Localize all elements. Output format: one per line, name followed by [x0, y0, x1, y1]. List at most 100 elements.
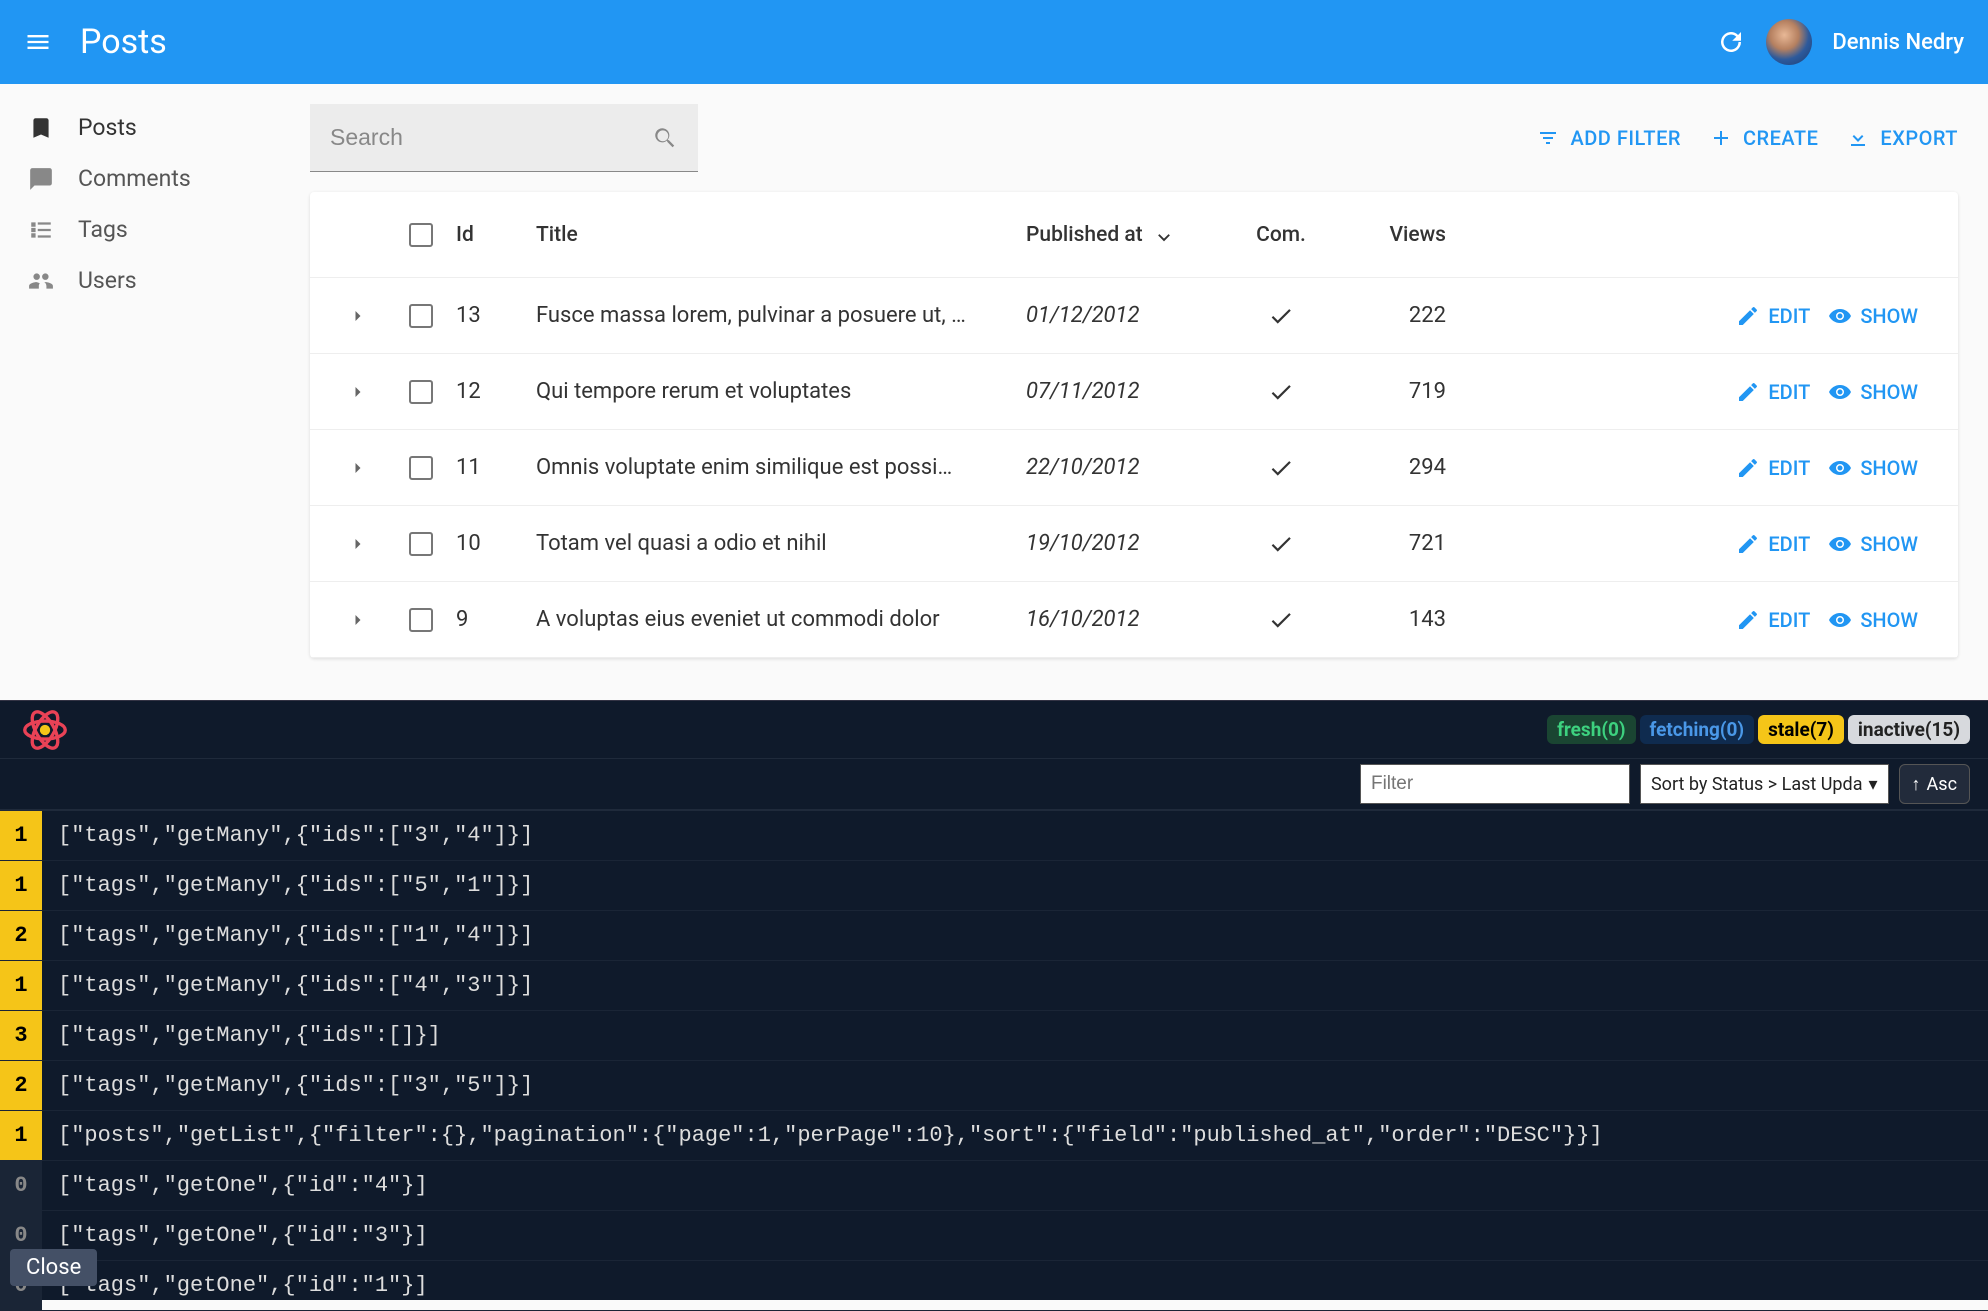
pill-inactive[interactable]: inactive(15) [1848, 715, 1970, 744]
query-text: ["tags","getOne",{"id":"4"}] [42, 1173, 428, 1198]
devtools-close-button[interactable]: Close [10, 1249, 97, 1286]
query-text: ["tags","getOne",{"id":"3"}] [42, 1223, 428, 1248]
expand-button[interactable] [330, 610, 386, 630]
sidebar-item-posts[interactable]: Posts [0, 102, 280, 153]
search-input[interactable] [330, 124, 652, 151]
query-row[interactable]: 2["tags","getMany",{"ids":["3","5"]}] [0, 1061, 1988, 1111]
edit-button[interactable]: EDIT [1736, 608, 1810, 632]
toolbar: ADD FILTER CREATE EXPORT [310, 104, 1958, 172]
eye-icon [1828, 456, 1852, 480]
cell-views: 721 [1336, 531, 1476, 556]
edit-button[interactable]: EDIT [1736, 304, 1810, 328]
create-label: CREATE [1743, 126, 1818, 150]
chevron-right-icon [348, 534, 368, 554]
cell-views: 719 [1336, 379, 1476, 404]
export-button[interactable]: EXPORT [1846, 126, 1958, 150]
header-right: Dennis Nedry [1716, 19, 1964, 65]
devtools-asc-button[interactable]: ↑Asc [1899, 764, 1970, 804]
pill-fetching[interactable]: fetching(0) [1640, 715, 1755, 744]
sidebar-item-comments[interactable]: Comments [0, 153, 280, 204]
pill-fresh[interactable]: fresh(0) [1547, 715, 1635, 744]
sidebar-item-users[interactable]: Users [0, 255, 280, 306]
chevron-right-icon [348, 458, 368, 478]
show-button[interactable]: SHOW [1828, 380, 1918, 404]
check-icon [1268, 607, 1294, 633]
avatar[interactable] [1766, 19, 1812, 65]
query-text: ["tags","getMany",{"ids":["4","3"]}] [42, 973, 533, 998]
col-check [386, 223, 456, 247]
cell-date: 07/11/2012 [1026, 379, 1226, 404]
cell-com [1226, 607, 1336, 633]
show-button[interactable]: SHOW [1828, 456, 1918, 480]
query-row[interactable]: 0["tags","getOne",{"id":"1"}] [0, 1261, 1988, 1311]
posts-table: Id Title Published at Com. Views 13 Fusc… [310, 192, 1958, 658]
query-count: 0 [0, 1161, 42, 1210]
query-row[interactable]: 1["tags","getMany",{"ids":["5","1"]}] [0, 861, 1988, 911]
query-count: 1 [0, 1111, 42, 1160]
devtools-sort-select[interactable]: Sort by Status > Last Upda▾ [1640, 764, 1889, 804]
check-icon [1268, 455, 1294, 481]
add-filter-button[interactable]: ADD FILTER [1536, 126, 1680, 150]
cell-id: 12 [456, 379, 536, 404]
menu-icon[interactable] [24, 28, 52, 56]
query-row[interactable]: 0["tags","getOne",{"id":"3"}] [0, 1211, 1988, 1261]
query-count: 2 [0, 1061, 42, 1110]
cell-views: 294 [1336, 455, 1476, 480]
row-check [386, 380, 456, 404]
checkbox[interactable] [409, 608, 433, 632]
checkbox-all[interactable] [409, 223, 433, 247]
pill-stale[interactable]: stale(7) [1758, 715, 1844, 744]
checkbox[interactable] [409, 456, 433, 480]
show-button[interactable]: SHOW [1828, 304, 1918, 328]
table-row: 11 Omnis voluptate enim similique est po… [310, 430, 1958, 506]
checkbox[interactable] [409, 380, 433, 404]
cell-views: 222 [1336, 303, 1476, 328]
sidebar-item-tags[interactable]: Tags [0, 204, 280, 255]
show-button[interactable]: SHOW [1828, 608, 1918, 632]
edit-button[interactable]: EDIT [1736, 456, 1810, 480]
query-row[interactable]: 1["tags","getMany",{"ids":["4","3"]}] [0, 961, 1988, 1011]
add-filter-label: ADD FILTER [1570, 126, 1680, 150]
expand-button[interactable] [330, 458, 386, 478]
expand-button[interactable] [330, 382, 386, 402]
devtools-controls: fresh(0) fetching(0) stale(7) inactive(1… [1547, 718, 1970, 741]
query-row[interactable]: 1["posts","getList",{"filter":{},"pagina… [0, 1111, 1988, 1161]
show-button[interactable]: SHOW [1828, 532, 1918, 556]
checkbox[interactable] [409, 532, 433, 556]
query-count: 1 [0, 961, 42, 1010]
col-id[interactable]: Id [456, 223, 536, 247]
col-published[interactable]: Published at [1026, 223, 1226, 247]
checkbox[interactable] [409, 304, 433, 328]
create-button[interactable]: CREATE [1709, 126, 1818, 150]
query-row[interactable]: 3["tags","getMany",{"ids":[]}] [0, 1011, 1988, 1061]
chat-icon [28, 166, 54, 192]
search-box[interactable] [310, 104, 698, 172]
eye-icon [1828, 532, 1852, 556]
query-row[interactable]: 1["tags","getMany",{"ids":["3","4"]}] [0, 811, 1988, 861]
expand-button[interactable] [330, 306, 386, 326]
pencil-icon [1736, 380, 1760, 404]
cell-actions: EDIT SHOW [1476, 456, 1938, 480]
table-row: 9 A voluptas eius eveniet ut commodi dol… [310, 582, 1958, 658]
page-title: Posts [80, 22, 167, 62]
query-row[interactable]: 0["tags","getOne",{"id":"4"}] [0, 1161, 1988, 1211]
cell-com [1226, 531, 1336, 557]
devtools-filter-input[interactable] [1360, 764, 1630, 804]
query-text: ["tags","getMany",{"ids":["5","1"]}] [42, 873, 533, 898]
query-text: ["tags","getMany",{"ids":["3","5"]}] [42, 1073, 533, 1098]
query-count: 3 [0, 1011, 42, 1060]
col-com[interactable]: Com. [1226, 223, 1336, 247]
check-icon [1268, 303, 1294, 329]
query-row[interactable]: 2["tags","getMany",{"ids":["1","4"]}] [0, 911, 1988, 961]
edit-button[interactable]: EDIT [1736, 380, 1810, 404]
refresh-icon[interactable] [1716, 27, 1746, 57]
col-title[interactable]: Title [536, 223, 1026, 247]
edit-button[interactable]: EDIT [1736, 532, 1810, 556]
col-views[interactable]: Views [1336, 223, 1476, 247]
cell-id: 11 [456, 455, 536, 480]
query-count: 2 [0, 911, 42, 960]
sidebar-label: Users [78, 267, 137, 294]
expand-button[interactable] [330, 534, 386, 554]
cell-title: Omnis voluptate enim similique est possi… [536, 455, 1026, 480]
bookmark-icon [28, 115, 54, 141]
